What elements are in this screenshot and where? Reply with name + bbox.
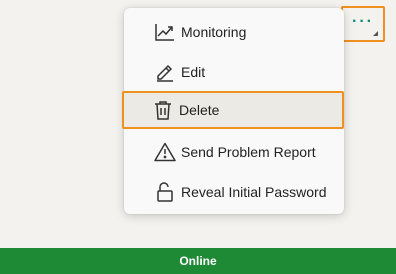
menu-item-delete[interactable]: Delete: [122, 91, 344, 129]
context-menu: Monitoring Edit Delete Send Problem Repo…: [122, 8, 344, 214]
chart-line-icon: [154, 21, 176, 43]
trash-icon: [152, 99, 174, 121]
status-bar: Online: [0, 248, 396, 274]
unlock-icon: [154, 181, 176, 203]
menu-item-monitoring[interactable]: Monitoring: [124, 12, 344, 52]
menu-item-label: Monitoring: [181, 24, 247, 40]
menu-item-send-problem-report[interactable]: Send Problem Report: [124, 132, 344, 172]
more-horizontal-icon: ···: [352, 13, 374, 30]
pencil-icon: [154, 61, 176, 83]
status-text: Online: [179, 254, 217, 268]
menu-item-reveal-initial-password[interactable]: Reveal Initial Password: [124, 172, 344, 212]
more-options-button[interactable]: ···: [341, 6, 385, 42]
warning-icon: [154, 141, 176, 163]
menu-item-label: Edit: [181, 64, 206, 80]
menu-item-edit[interactable]: Edit: [124, 52, 344, 92]
menu-item-label: Send Problem Report: [181, 144, 316, 160]
menu-item-label: Delete: [179, 102, 220, 118]
menu-item-label: Reveal Initial Password: [181, 184, 327, 200]
dropdown-corner-icon: [373, 31, 378, 36]
